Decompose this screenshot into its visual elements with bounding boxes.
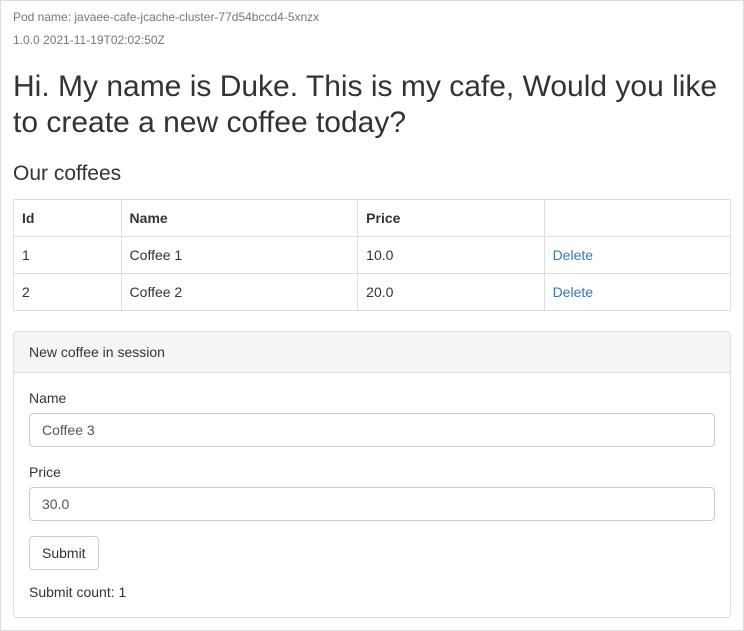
- new-coffee-panel: New coffee in session Name Price Submit …: [13, 331, 731, 618]
- cell-id: 1: [14, 237, 122, 274]
- app-container: Pod name: javaee-cafe-jcache-cluster-77d…: [0, 0, 744, 631]
- cell-name: Coffee 1: [121, 237, 358, 274]
- col-id: Id: [14, 200, 122, 237]
- submit-count-text: Submit count: 1: [29, 582, 715, 602]
- name-label: Name: [29, 388, 715, 408]
- col-price: Price: [358, 200, 544, 237]
- delete-link[interactable]: Delete: [553, 284, 593, 300]
- table-row: 1 Coffee 1 10.0 Delete: [14, 237, 731, 274]
- table-header-row: Id Name Price: [14, 200, 731, 237]
- col-action: [544, 200, 730, 237]
- coffees-title: Our coffees: [13, 159, 731, 189]
- cell-price: 20.0: [358, 274, 544, 311]
- cell-name: Coffee 2: [121, 274, 358, 311]
- price-label: Price: [29, 462, 715, 482]
- cell-price: 10.0: [358, 237, 544, 274]
- coffees-table: Id Name Price 1 Coffee 1 10.0 Delete 2 C…: [13, 199, 731, 311]
- submit-button[interactable]: Submit: [29, 536, 99, 570]
- col-name: Name: [121, 200, 358, 237]
- panel-heading: New coffee in session: [14, 332, 730, 373]
- panel-body: Name Price Submit Submit count: 1: [14, 373, 730, 617]
- table-row: 2 Coffee 2 20.0 Delete: [14, 274, 731, 311]
- greeting-heading: Hi. My name is Duke. This is my cafe, Wo…: [13, 69, 731, 141]
- version-text: 1.0.0 2021-11-19T02:02:50Z: [13, 32, 731, 49]
- cell-id: 2: [14, 274, 122, 311]
- name-input[interactable]: [29, 413, 715, 447]
- delete-link[interactable]: Delete: [553, 247, 593, 263]
- pod-name-text: Pod name: javaee-cafe-jcache-cluster-77d…: [13, 9, 731, 26]
- price-input[interactable]: [29, 487, 715, 521]
